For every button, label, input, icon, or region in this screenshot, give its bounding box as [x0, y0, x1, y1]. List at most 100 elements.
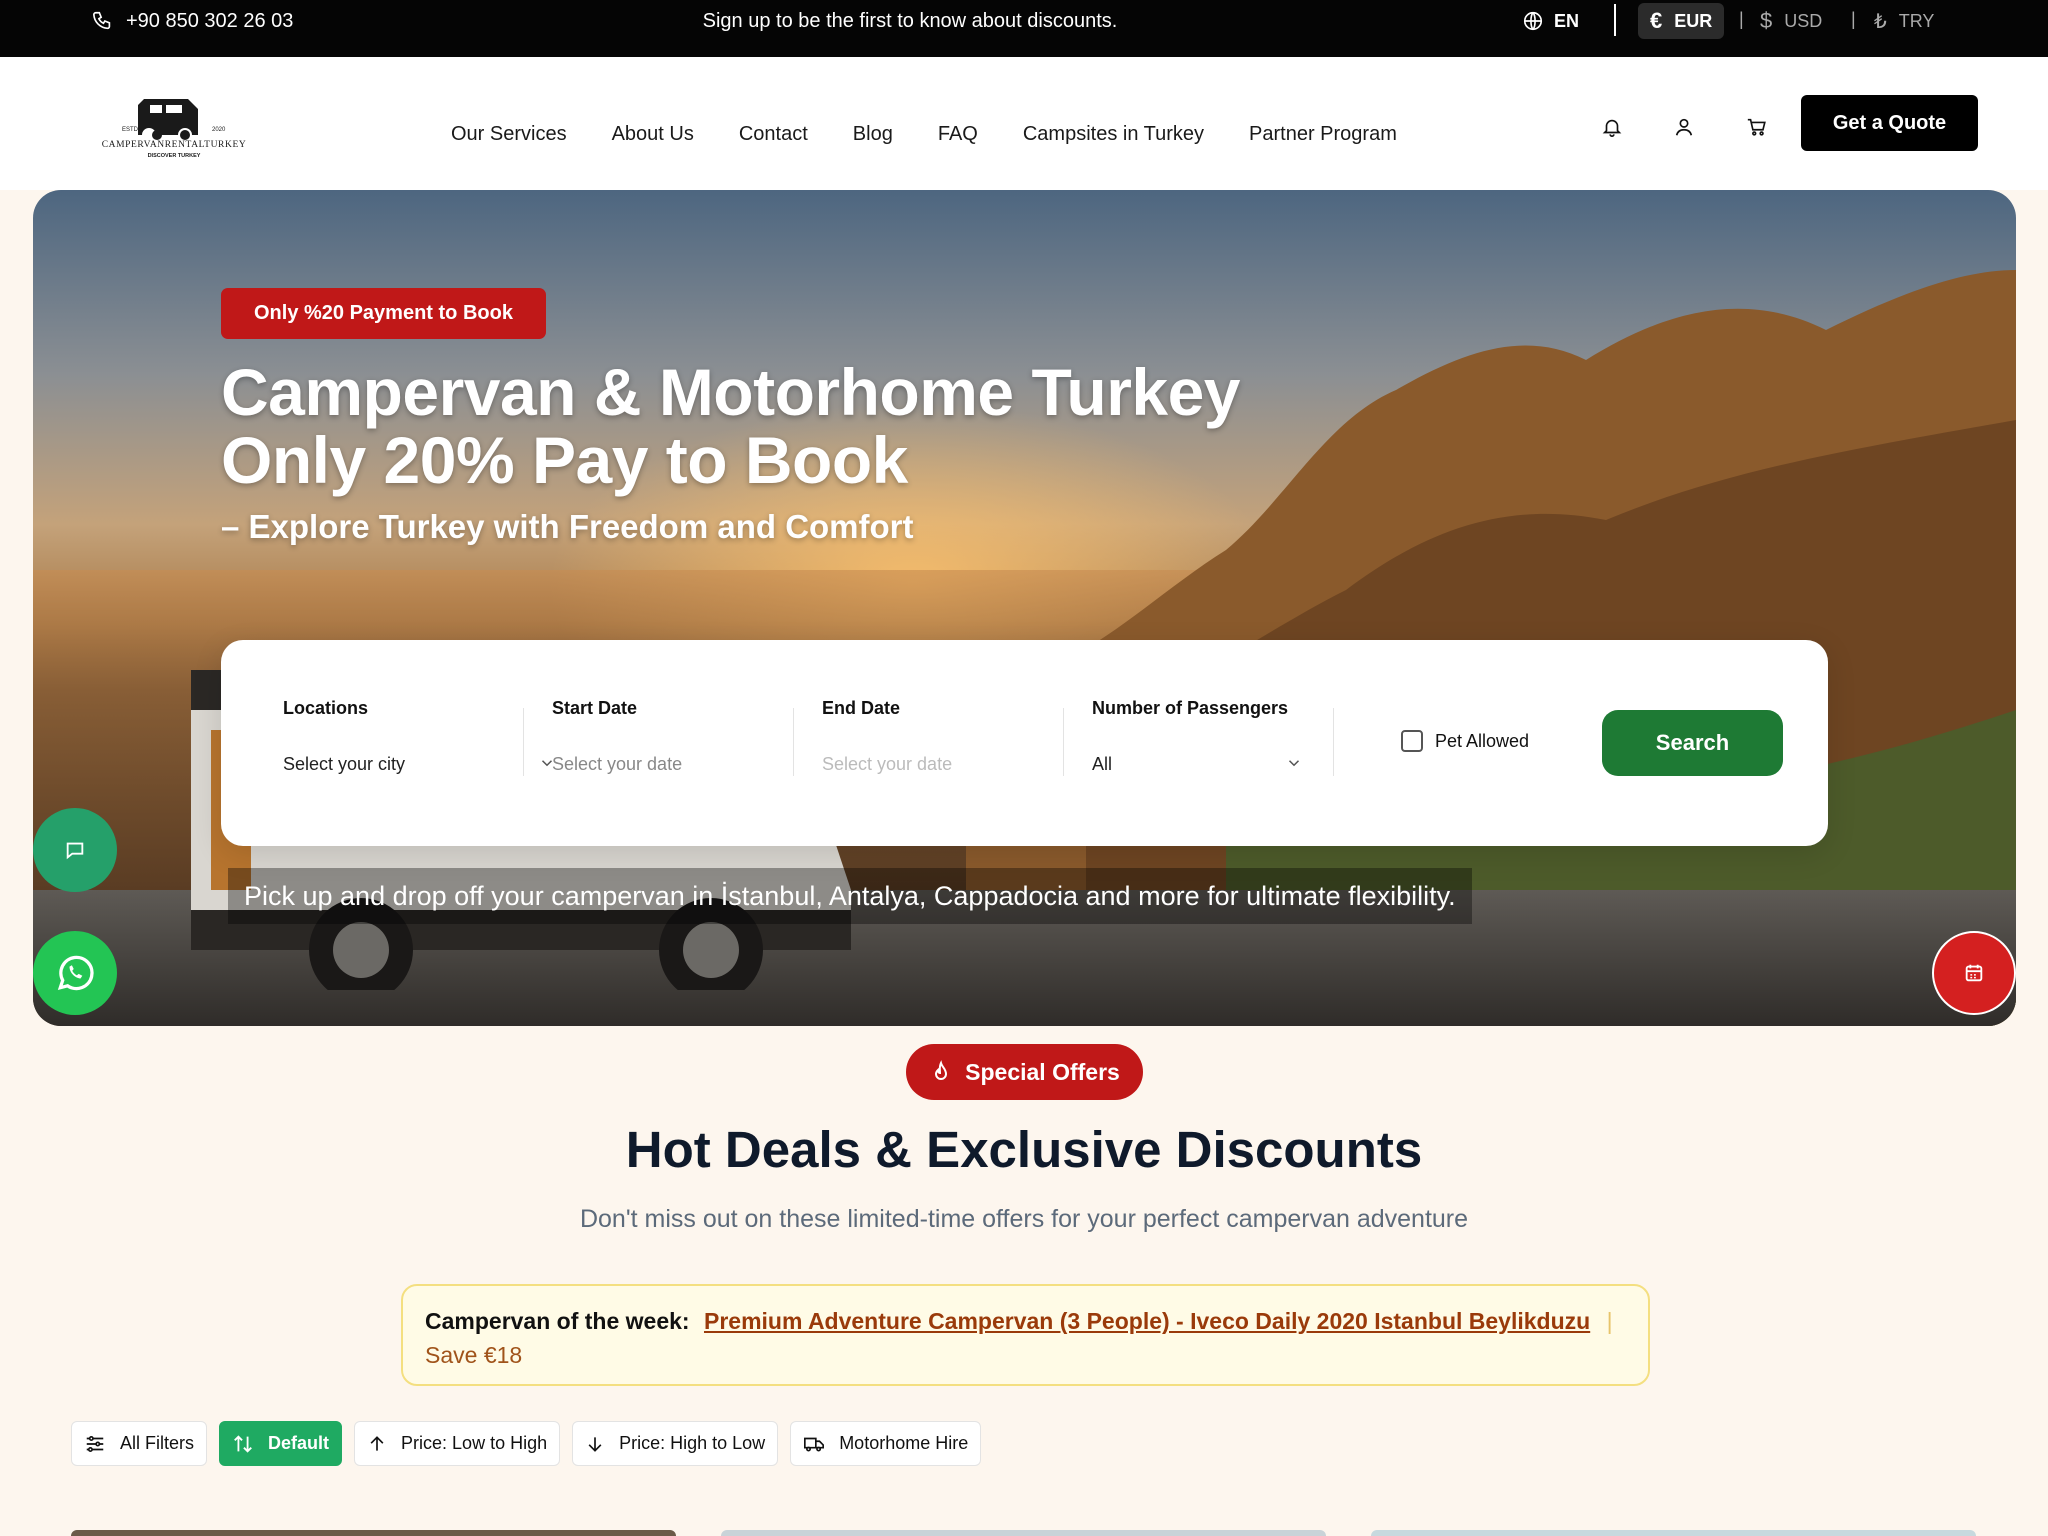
- logo-tagline: DISCOVER TURKEY: [148, 153, 201, 159]
- field-divider: [1333, 708, 1334, 776]
- hero-title-line2: Only 20% Pay to Book: [221, 423, 908, 497]
- week-separator: |: [1606, 1308, 1613, 1334]
- locations-select[interactable]: Select your city: [283, 754, 405, 775]
- start-date-input[interactable]: Select your date: [552, 754, 682, 775]
- arrow-up-icon: [370, 1435, 384, 1451]
- field-divider: [523, 708, 524, 776]
- divider: [1614, 4, 1616, 36]
- language-code: EN: [1554, 10, 1580, 31]
- chat-button[interactable]: [33, 808, 117, 892]
- globe-icon: [1523, 11, 1543, 31]
- end-date-input[interactable]: Select your date: [822, 754, 952, 775]
- section-subtitle: Don't miss out on these limited-time off…: [579, 1205, 1469, 1233]
- nav-campsites[interactable]: Campsites in Turkey: [1023, 123, 1204, 146]
- start-date-field[interactable]: Start Date Select your date: [552, 698, 782, 778]
- hero-caption: Pick up and drop off your campervan in İ…: [228, 868, 1472, 924]
- default-sort-button[interactable]: Default: [219, 1421, 343, 1466]
- nav-faq[interactable]: FAQ: [938, 123, 978, 146]
- search-button[interactable]: Search: [1602, 710, 1783, 776]
- all-filters-button[interactable]: All Filters: [71, 1421, 208, 1466]
- flame-icon: [935, 1060, 948, 1080]
- filter-label: All Filters: [120, 1433, 195, 1453]
- van-icon: [804, 1437, 825, 1452]
- logo-year: 2020: [212, 127, 226, 133]
- separator: |: [1851, 9, 1856, 29]
- currency-code: USD: [1784, 10, 1823, 31]
- chevron-down-icon: [1288, 760, 1300, 767]
- listing-card[interactable]: [721, 1530, 1326, 1536]
- end-date-label: End Date: [822, 698, 901, 718]
- currency-usd[interactable]: $ USD: [1760, 3, 1822, 39]
- site-logo[interactable]: ESTD 2020 CAMPERVANRENTALTURKEY DISCOVER…: [94, 85, 254, 167]
- arrow-down-icon: [588, 1436, 602, 1452]
- nav-partner-program[interactable]: Partner Program: [1249, 123, 1397, 146]
- special-offers-pill: Special Offers: [906, 1044, 1143, 1100]
- lira-icon: ₺: [1874, 10, 1887, 33]
- nav-contact[interactable]: Contact: [739, 123, 808, 146]
- currency-try[interactable]: ₺ TRY: [1874, 3, 1934, 39]
- locations-field[interactable]: Locations Select your city: [283, 698, 553, 778]
- currency-code: EUR: [1674, 10, 1713, 31]
- phone-icon: [93, 11, 111, 30]
- passengers-field[interactable]: Number of Passengers All: [1092, 698, 1312, 778]
- filter-label: Motorhome Hire: [839, 1433, 969, 1453]
- field-divider: [1063, 708, 1064, 776]
- separator: |: [1739, 9, 1744, 29]
- listing-card[interactable]: [71, 1530, 676, 1536]
- filter-bar: All Filters Default Price: Low to High P…: [71, 1421, 982, 1466]
- top-bar: +90 850 302 26 03 Sign up to be the firs…: [0, 0, 2048, 57]
- whatsapp-button[interactable]: [33, 931, 117, 1015]
- week-link[interactable]: Premium Adventure Campervan (3 People) -…: [704, 1308, 1590, 1334]
- language-selector[interactable]: EN: [1522, 0, 1579, 42]
- nav-blog[interactable]: Blog: [853, 123, 893, 146]
- pet-allowed-label: Pet Allowed: [1435, 730, 1530, 751]
- passengers-select[interactable]: All: [1092, 754, 1112, 775]
- price-high-low-button[interactable]: Price: High to Low: [572, 1421, 779, 1466]
- filter-label: Price: High to Low: [619, 1433, 766, 1453]
- hero-title-line1: Campervan & Motorhome Turkey: [221, 355, 1241, 429]
- main-nav: Our Services About Us Contact Blog FAQ C…: [451, 123, 1397, 146]
- start-date-label: Start Date: [552, 698, 638, 718]
- nav-our-services[interactable]: Our Services: [451, 123, 567, 146]
- hero-banner: Only %20 Payment to Book Campervan & Mot…: [33, 190, 2016, 1026]
- locations-label: Locations: [283, 698, 369, 718]
- search-card: Locations Select your city Start Date Se…: [221, 640, 1828, 846]
- user-icon[interactable]: [1668, 111, 1700, 143]
- sort-icon: [234, 1434, 252, 1453]
- week-lead: Campervan of the week:: [425, 1308, 690, 1334]
- campervan-of-week: Campervan of the week: Premium Adventure…: [401, 1284, 1650, 1386]
- filter-label: Price: Low to High: [401, 1433, 548, 1453]
- whatsapp-icon: [57, 955, 94, 991]
- price-low-high-button[interactable]: Price: Low to High: [354, 1421, 561, 1466]
- calendar-button[interactable]: [1932, 931, 2016, 1015]
- end-date-field[interactable]: End Date Select your date: [822, 698, 1052, 778]
- site-header: ESTD 2020 CAMPERVANRENTALTURKEY DISCOVER…: [0, 57, 2048, 190]
- motorhome-hire-button[interactable]: Motorhome Hire: [790, 1421, 982, 1466]
- cart-icon[interactable]: [1741, 111, 1773, 143]
- section-title: Hot Deals & Exclusive Discounts: [625, 1121, 1423, 1178]
- logo-brand: CAMPERVANRENTALTURKEY: [102, 140, 247, 150]
- hero-title: Campervan & Motorhome Turkey Only 20% Pa…: [221, 355, 1241, 497]
- hero-subtitle: – Explore Turkey with Freedom and Comfor…: [221, 508, 914, 545]
- nav-about-us[interactable]: About Us: [612, 123, 694, 146]
- phone-link[interactable]: +90 850 302 26 03: [92, 0, 293, 42]
- currency-eur[interactable]: € EUR: [1638, 3, 1725, 39]
- euro-icon: €: [1650, 8, 1663, 33]
- dollar-icon: $: [1760, 8, 1773, 33]
- bell-icon[interactable]: [1596, 111, 1628, 143]
- payment-badge: Only %20 Payment to Book: [221, 288, 546, 339]
- special-offers-label: Special Offers: [965, 1058, 1120, 1085]
- passengers-label: Number of Passengers: [1092, 698, 1289, 718]
- get-quote-button[interactable]: Get a Quote: [1801, 95, 1978, 151]
- checkbox-box[interactable]: [1401, 730, 1423, 752]
- logo-est: ESTD: [122, 127, 139, 133]
- listing-card[interactable]: [1371, 1530, 1976, 1536]
- sliders-icon: [86, 1435, 104, 1452]
- pet-allowed-checkbox[interactable]: Pet Allowed: [1401, 730, 1529, 752]
- phone-number: +90 850 302 26 03: [126, 9, 294, 32]
- chat-icon: [66, 842, 84, 860]
- filter-label: Default: [268, 1433, 330, 1453]
- promo-text[interactable]: Sign up to be the first to know about di…: [703, 10, 1118, 33]
- field-divider: [793, 708, 794, 776]
- week-save: Save €18: [425, 1342, 523, 1368]
